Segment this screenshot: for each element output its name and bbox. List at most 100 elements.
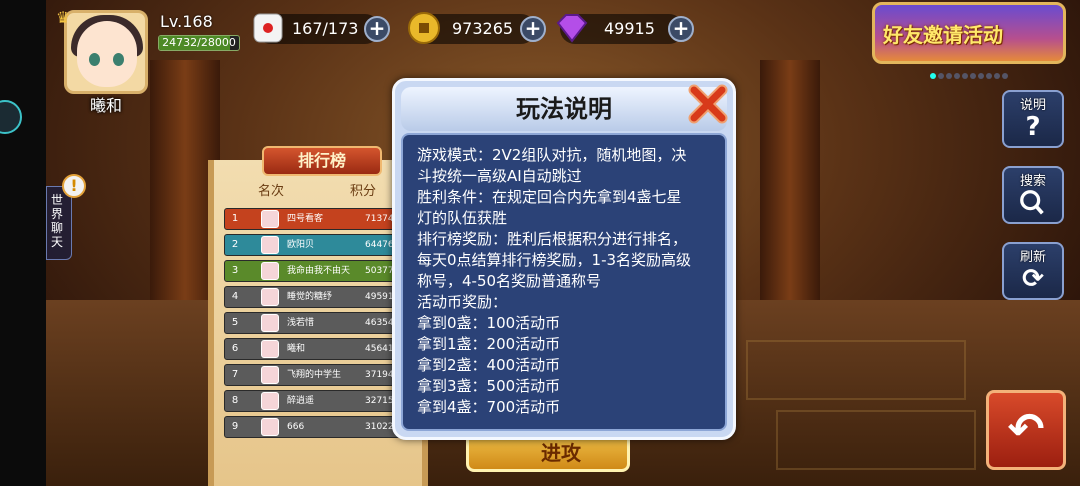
ranking-score: 71374 — [365, 214, 394, 224]
gem-counter: 49915 + — [556, 14, 694, 44]
ranking-avatar — [261, 314, 279, 332]
dialog-line: 活动币奖励： — [417, 293, 508, 311]
ranking-score: 64476 — [365, 240, 394, 250]
ranking-player-name: 飞翔的中学生 — [287, 370, 342, 380]
carousel-indicator — [930, 64, 1020, 79]
chat-alert-icon[interactable]: ! — [62, 174, 86, 198]
dialog-title: 玩法说明 — [516, 95, 612, 123]
vip-crown-icon: ♛ — [56, 8, 71, 27]
world-chat-label: 世界聊天 — [51, 193, 64, 249]
ranking-col-score: 积分 — [350, 184, 377, 199]
world-chat-tab[interactable]: 世界聊天 — [46, 186, 72, 260]
ranking-avatar — [261, 262, 279, 280]
ranking-rank: 7 — [231, 369, 239, 380]
stamina-value: 167/173 — [292, 19, 359, 38]
ranking-row[interactable]: 3 我命由我不由天 50377 — [224, 260, 420, 282]
dialog-title-bar: 玩法说明 — [401, 87, 727, 131]
avatar-face — [77, 21, 137, 87]
player-name: 曦和 — [89, 96, 122, 115]
ranking-row[interactable]: 1 四号看客 71374 — [224, 208, 420, 230]
exp-bar: 24732/28000 — [158, 35, 240, 51]
dialog-line: 排行榜奖励：胜利后根据积分进行排名， — [417, 230, 688, 248]
ranking-score: 50377 — [365, 266, 394, 276]
ranking-player-name: 醉逍遥 — [287, 396, 315, 406]
ranking-avatar — [261, 236, 279, 254]
ranking-row[interactable]: 8 醉逍遥 32715 — [224, 390, 420, 412]
dialog-line: 称号，4-50名奖励普通称号 — [417, 272, 602, 290]
attack-label: 进攻 — [541, 441, 581, 465]
dialog-line: 游戏模式：2V2组队对抗，随机地图，决 — [417, 146, 687, 164]
back-arrow-icon: ↶ — [1007, 404, 1045, 455]
avatar-eye-left — [89, 53, 100, 66]
player-level: Lv.168 — [160, 12, 213, 31]
ranking-col-rank: 名次 — [258, 184, 285, 199]
search-button[interactable]: 搜索 — [1002, 166, 1064, 224]
avatar-eye-right — [113, 53, 124, 66]
ranking-row[interactable]: 2 欧阳贝 64476 — [224, 234, 420, 256]
gem-value: 49915 — [604, 19, 655, 38]
ranking-row[interactable]: 4 睡觉的糖纾 49591 — [224, 286, 420, 308]
refresh-icon: ⟳ — [1022, 264, 1044, 294]
ranking-score: 49591 — [365, 292, 394, 302]
ranking-player-name: 曦和 — [287, 344, 306, 354]
ranking-rank: 3 — [231, 265, 239, 276]
ranking-score: 46354 — [365, 318, 394, 328]
dialog-line: 斗按统一高级AI自动跳过 — [417, 167, 582, 185]
dialog-line: 灯的队伍获胜 — [417, 209, 508, 227]
ranking-player-name: 欧阳贝 — [287, 240, 315, 250]
refresh-button[interactable]: 刷新 ⟳ — [1002, 242, 1064, 300]
ranking-rank: 5 — [231, 317, 239, 328]
dialog-line: 拿到2盏：400活动币 — [417, 356, 561, 374]
question-icon: ? — [1025, 112, 1041, 142]
back-button[interactable]: ↶ — [986, 390, 1066, 470]
ranking-rank: 8 — [231, 395, 239, 406]
ranking-player-name: 浅若惜 — [287, 318, 315, 328]
coin-icon — [408, 12, 440, 44]
rules-dialog: 玩法说明 游戏模式：2V2组队对抗，随机地图，决 斗按统一高级AI自动跳过胜利条件… — [392, 78, 736, 440]
help-button[interactable]: 说明 ? — [1002, 90, 1064, 148]
screen-edge — [0, 0, 46, 486]
gold-value: 973265 — [452, 19, 514, 38]
ranking-title-banner: 排行榜 — [262, 146, 382, 176]
diamond-icon — [556, 14, 588, 43]
gold-counter: 973265 + — [408, 12, 546, 44]
ranking-avatar — [261, 366, 279, 384]
add-gem-button[interactable]: + — [668, 16, 694, 42]
ranking-rank: 9 — [231, 421, 239, 432]
ranking-rank: 6 — [231, 343, 239, 354]
close-icon[interactable] — [684, 80, 732, 128]
ranking-avatar — [261, 418, 279, 436]
add-stamina-button[interactable]: + — [364, 16, 390, 42]
invite-event-button[interactable]: 好友邀请活动 — [872, 2, 1066, 64]
ranking-row[interactable]: 9 666 31022 — [224, 416, 420, 438]
ranking-score: 45641 — [365, 344, 394, 354]
add-gold-button[interactable]: + — [520, 16, 546, 42]
dialog-body: 游戏模式：2V2组队对抗，随机地图，决 斗按统一高级AI自动跳过胜利条件：在规定回… — [401, 133, 727, 431]
stamina-counter: 167/173 + — [253, 13, 390, 44]
dialog-line: 胜利条件：在规定回合内先拿到4盏七星 — [417, 188, 682, 206]
ranking-row[interactable]: 7 飞翔的中学生 37194 — [224, 364, 420, 386]
ranking-player-name: 四号看客 — [287, 214, 324, 224]
ranking-rank: 4 — [231, 291, 239, 302]
invite-event-label: 好友邀请活动 — [883, 23, 1003, 47]
dice-icon — [253, 13, 283, 43]
ranking-score: 32715 — [365, 396, 394, 406]
temple-pillar-right — [760, 60, 820, 320]
ranking-player-name: 666 — [287, 422, 305, 432]
dialog-line: 拿到3盏：500活动币 — [417, 377, 561, 395]
search-icon — [1020, 190, 1044, 215]
ranking-rank: 2 — [231, 239, 239, 250]
ranking-row[interactable]: 5 浅若惜 46354 — [224, 312, 420, 334]
ranking-avatar — [261, 392, 279, 410]
ranking-player-name: 睡觉的糖纾 — [287, 292, 333, 302]
ranking-row[interactable]: 6 曦和 45641 — [224, 338, 420, 360]
ranking-avatar — [261, 288, 279, 306]
dialog-line: 拿到0盏：100活动币 — [417, 314, 561, 332]
ranking-title: 排行榜 — [297, 151, 346, 170]
exp-text: 24732/28000 — [162, 36, 236, 49]
ranking-score: 37194 — [365, 370, 394, 380]
ranking-avatar — [261, 210, 279, 228]
ranking-avatar — [261, 340, 279, 358]
dialog-line: 每天0点结算排行榜奖励，1-3名奖励高级 — [417, 251, 692, 269]
floating-assistant-icon[interactable] — [0, 100, 22, 134]
